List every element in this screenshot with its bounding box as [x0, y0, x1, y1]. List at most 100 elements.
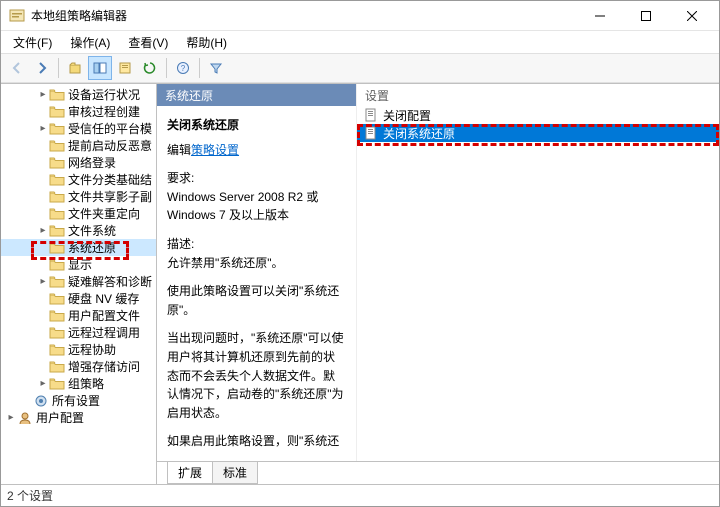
filter-button[interactable]: [204, 56, 228, 80]
toolbar-separator: [199, 58, 200, 78]
help-button[interactable]: ?: [171, 56, 195, 80]
tree-node[interactable]: 远程协助: [1, 341, 156, 358]
right-pane: 系统还原 关闭系统还原 编辑策略设置 要求: Windows Server 20…: [157, 84, 719, 484]
folder-icon: [49, 139, 65, 153]
tree-node[interactable]: 增强存储访问: [1, 358, 156, 375]
tree-node-user-config[interactable]: ▸ 用户配置: [1, 409, 156, 426]
description-text-3: 当出现问题时，"系统还原"可以使用户将其计算机还原到先前的状态而不会丢失个人数据…: [167, 329, 346, 422]
tree-node[interactable]: 文件夹重定向: [1, 205, 156, 222]
edit-policy-line: 编辑策略设置: [167, 141, 346, 160]
tree-node-label: 用户配置文件: [68, 307, 140, 324]
policy-title: 关闭系统还原: [167, 116, 346, 135]
titlebar: 本地组策略编辑器: [1, 1, 719, 31]
menu-action[interactable]: 操作(A): [62, 32, 118, 53]
minimize-button[interactable]: [577, 1, 623, 31]
svg-text:?: ?: [181, 64, 186, 73]
expander-icon[interactable]: ▸: [37, 276, 49, 287]
close-button[interactable]: [669, 1, 715, 31]
maximize-button[interactable]: [623, 1, 669, 31]
description-header: 系统还原: [157, 84, 356, 106]
list-row[interactable]: 关闭系统还原: [357, 124, 719, 142]
app-icon: [9, 8, 25, 24]
tree-node[interactable]: 网络登录: [1, 154, 156, 171]
folder-icon: [49, 275, 65, 289]
expander-icon[interactable]: ▸: [37, 225, 49, 236]
tree-node-label: 疑难解答和诊断: [68, 273, 152, 290]
tree-node[interactable]: 文件共享影子副: [1, 188, 156, 205]
folder-icon: [49, 258, 65, 272]
tree-node-label: 所有设置: [52, 392, 100, 409]
forward-button[interactable]: [30, 56, 54, 80]
tree-node-label: 网络登录: [68, 154, 116, 171]
policy-icon: [363, 126, 379, 140]
tree-node[interactable]: 审核过程创建: [1, 103, 156, 120]
list-row-label: 关闭配置: [383, 107, 431, 124]
tree-node[interactable]: 提前启动反恶意: [1, 137, 156, 154]
tree-node-label: 文件系统: [68, 222, 116, 239]
tree-node[interactable]: ▸组策略: [1, 375, 156, 392]
list-row[interactable]: 关闭配置: [357, 106, 719, 124]
tree-node[interactable]: 文件分类基础结: [1, 171, 156, 188]
column-header-setting[interactable]: 设置: [357, 87, 719, 104]
tree-node[interactable]: ▸ 疑难解答和诊断: [1, 273, 156, 290]
tree-node[interactable]: ▸设备运行状况: [1, 86, 156, 103]
menu-file[interactable]: 文件(F): [5, 32, 60, 53]
tree-node-label: 硬盘 NV 缓存: [68, 290, 139, 307]
toolbar-separator: [166, 58, 167, 78]
description-text-1: 允许禁用"系统还原"。: [167, 254, 346, 273]
tree-node[interactable]: ▸ 受信任的平台模: [1, 120, 156, 137]
folder-icon: [49, 241, 65, 255]
tree-node-label: 显示: [68, 256, 92, 273]
expander-icon[interactable]: ▸: [37, 378, 49, 389]
tree-node[interactable]: 系统还原: [1, 239, 156, 256]
tree-node-label: 文件夹重定向: [68, 205, 140, 222]
settings-icon: [33, 394, 49, 408]
folder-icon: [49, 326, 65, 340]
body: ▸设备运行状况审核过程创建▸受信任的平台模提前启动反恶意网络登录文件分类基础结文…: [1, 83, 719, 484]
edit-policy-link[interactable]: 策略设置: [191, 143, 239, 157]
menu-view[interactable]: 查看(V): [120, 32, 176, 53]
description-text-4: 如果启用此策略设置，则"系统还: [167, 432, 346, 451]
folder-icon: [49, 88, 65, 102]
refresh-button[interactable]: [138, 56, 162, 80]
description-label: 描述:: [167, 235, 346, 254]
tab-standard[interactable]: 标准: [212, 462, 258, 484]
toolbar-separator: [58, 58, 59, 78]
folder-icon: [49, 224, 65, 238]
folder-icon: [49, 156, 65, 170]
menubar: 文件(F) 操作(A) 查看(V) 帮助(H): [1, 31, 719, 53]
expander-icon[interactable]: ▸: [5, 412, 17, 423]
folder-icon: [49, 377, 65, 391]
export-button[interactable]: [113, 56, 137, 80]
tree-node-label: 系统还原: [68, 239, 116, 256]
folder-icon: [49, 173, 65, 187]
tree-node-all-settings[interactable]: 所有设置: [1, 392, 156, 409]
toolbar: ?: [1, 53, 719, 83]
requirements-label: 要求:: [167, 169, 346, 188]
policy-icon: [363, 108, 379, 122]
tree-node-label: 远程过程调用: [68, 324, 140, 341]
tree-node[interactable]: 硬盘 NV 缓存: [1, 290, 156, 307]
up-button[interactable]: [63, 56, 87, 80]
expander-icon[interactable]: ▸: [37, 89, 49, 100]
tree-node-label: 文件共享影子副: [68, 188, 152, 205]
tree-node[interactable]: 显示: [1, 256, 156, 273]
tree-node[interactable]: 远程过程调用: [1, 324, 156, 341]
folder-icon: [49, 207, 65, 221]
show-hide-tree-button[interactable]: [88, 56, 112, 80]
requirements-text: Windows Server 2008 R2 或 Windows 7 及以上版本: [167, 188, 346, 225]
expander-icon[interactable]: ▸: [37, 123, 49, 134]
menu-help[interactable]: 帮助(H): [178, 32, 235, 53]
tree-node[interactable]: 用户配置文件: [1, 307, 156, 324]
tree-node-label: 受信任的平台模: [68, 120, 152, 137]
list-row-label: 关闭系统还原: [383, 125, 455, 142]
tree-node[interactable]: ▸ 文件系统: [1, 222, 156, 239]
description-text-2: 使用此策略设置可以关闭"系统还原"。: [167, 282, 346, 319]
back-button[interactable]: [5, 56, 29, 80]
tree-node-label: 远程协助: [68, 341, 116, 358]
tree-node-label: 用户配置: [36, 409, 84, 426]
folder-icon: [49, 360, 65, 374]
tab-extended[interactable]: 扩展: [167, 462, 213, 484]
window-title: 本地组策略编辑器: [31, 7, 577, 24]
status-text: 2 个设置: [7, 487, 53, 504]
